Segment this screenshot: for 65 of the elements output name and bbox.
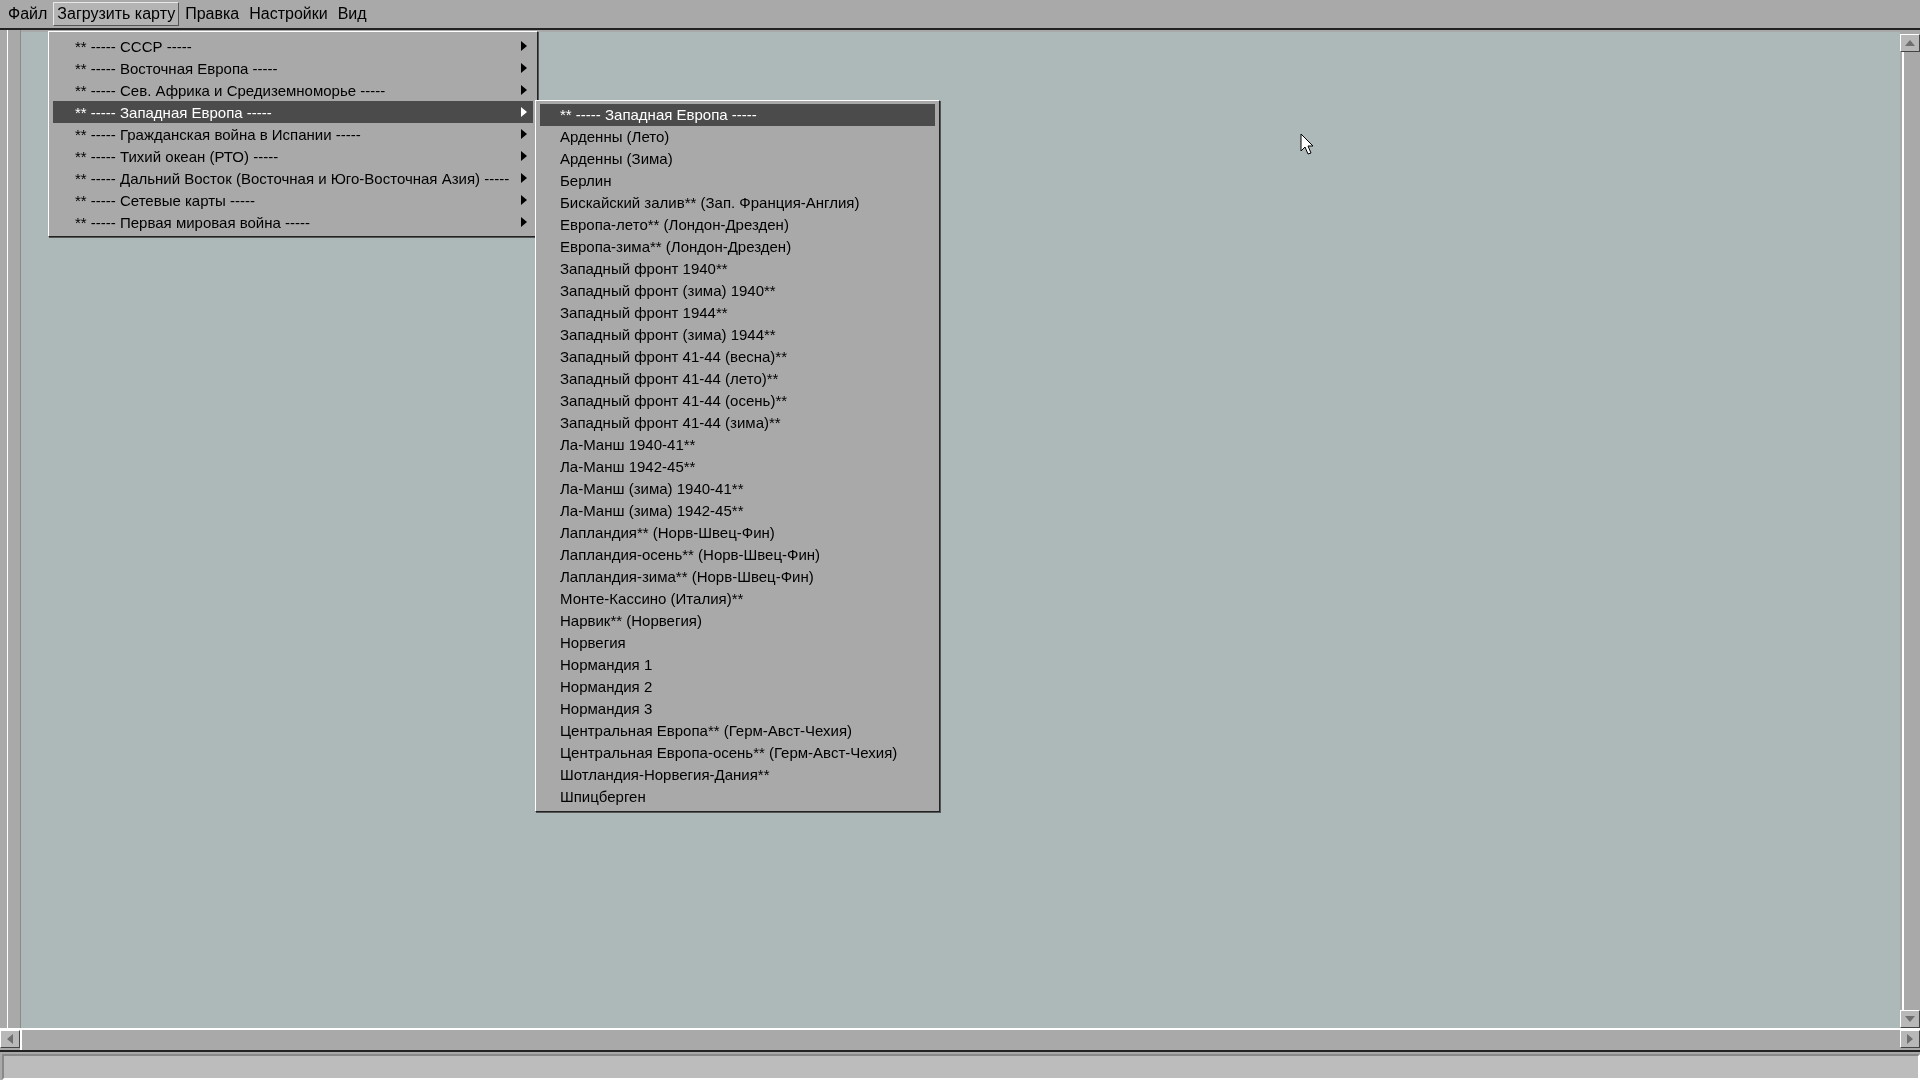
menu-item[interactable]: Берлин (540, 170, 935, 192)
menu-item[interactable]: Бискайский залив** (Зап. Франция-Англия) (540, 192, 935, 214)
menu-item[interactable]: Арденны (Зима) (540, 148, 935, 170)
scroll-up-button[interactable] (1900, 34, 1920, 52)
scroll-left-button[interactable] (0, 1030, 20, 1048)
menu-item[interactable]: Лапландия-осень** (Норв-Швец-Фин) (540, 544, 935, 566)
menu-item[interactable]: Центральная Европа-осень** (Герм-Авст-Чехия) (540, 742, 935, 764)
menu-item[interactable]: ** ----- Восточная Европа ----- (53, 57, 533, 79)
submenu-arrow-icon (521, 217, 527, 227)
menu-item[interactable]: ** ----- Тихий океан (РТО) ----- (53, 145, 533, 167)
left-arrow-icon (6, 1033, 14, 1045)
submenu-arrow-icon (521, 129, 527, 139)
menu-item[interactable]: Лапландия** (Норв-Швец-Фин) (540, 522, 935, 544)
menu-item[interactable]: Западный фронт (зима) 1944** (540, 324, 935, 346)
menu-bar-item[interactable]: Правка (181, 2, 244, 26)
menu-item[interactable]: Западный фронт 41-44 (осень)** (540, 390, 935, 412)
submenu-arrow-icon (521, 173, 527, 183)
menu-item[interactable]: Нормандия 3 (540, 698, 935, 720)
menu-item[interactable]: Центральная Европа** (Герм-Авст-Чехия) (540, 720, 935, 742)
submenu-arrow-icon (521, 85, 527, 95)
down-arrow-icon (1904, 1015, 1916, 1023)
submenu-arrow-icon (521, 195, 527, 205)
menu-item[interactable]: ** ----- СССР ----- (53, 35, 533, 57)
menu-item[interactable]: Норвегия (540, 632, 935, 654)
submenu-arrow-icon (521, 63, 527, 73)
menu-item[interactable]: Ла-Манш (зима) 1942-45** (540, 500, 935, 522)
scroll-down-button[interactable] (1900, 1010, 1920, 1028)
menu-item[interactable]: ** ----- Западная Европа ----- (540, 104, 935, 126)
menu-item[interactable]: Европа-зима** (Лондон-Дрезден) (540, 236, 935, 258)
mouse-cursor-icon (1300, 133, 1316, 157)
menu-item[interactable]: Монте-Кассино (Италия)** (540, 588, 935, 610)
menu-item[interactable]: Европа-лето** (Лондон-Дрезден) (540, 214, 935, 236)
submenu-arrow-icon (521, 41, 527, 51)
menu-item[interactable]: Нормандия 1 (540, 654, 935, 676)
menu-item[interactable]: ** ----- Западная Европа ----- (53, 101, 533, 123)
menu-item[interactable]: Лапландия-зима** (Норв-Швец-Фин) (540, 566, 935, 588)
menu-item[interactable]: ** ----- Сев. Африка и Средиземноморье ----- (53, 79, 533, 101)
menu-item[interactable]: Арденны (Лето) (540, 126, 935, 148)
menu-item[interactable]: Шотландия-Норвегия-Дания** (540, 764, 935, 786)
menu-item[interactable]: Нарвик** (Норвегия) (540, 610, 935, 632)
submenu-arrow-icon (521, 151, 527, 161)
menu-bar-item[interactable]: Загрузить карту (53, 2, 180, 26)
menu-item[interactable]: ** ----- Сетевые карты ----- (53, 189, 533, 211)
menu-bar-item[interactable]: Файл (4, 2, 52, 26)
menu-item[interactable]: ** ----- Гражданская война в Испании ----- (53, 123, 533, 145)
menu-item[interactable]: Западный фронт 41-44 (весна)** (540, 346, 935, 368)
menu-item[interactable]: Ла-Манш 1942-45** (540, 456, 935, 478)
up-arrow-icon (1904, 39, 1916, 47)
horizontal-scrollbar[interactable] (0, 1028, 1920, 1052)
menu-bar-item[interactable]: Настройки (245, 2, 332, 26)
menu-item[interactable]: Ла-Манш (зима) 1940-41** (540, 478, 935, 500)
menu-bar-item[interactable]: Вид (333, 2, 371, 26)
menu-item[interactable]: ** ----- Дальний Восток (Восточная и Юго-Восточная Азия) ----- (53, 167, 533, 189)
menu-item[interactable]: Западный фронт 41-44 (лето)** (540, 368, 935, 390)
menu-item[interactable]: ** ----- Первая мировая война ----- (53, 211, 533, 233)
scroll-right-button[interactable] (1900, 1030, 1920, 1048)
menu-item[interactable]: Нормандия 2 (540, 676, 935, 698)
menu-item[interactable]: Западный фронт 41-44 (зима)** (540, 412, 935, 434)
menu-item[interactable]: Западный фронт 1944** (540, 302, 935, 324)
menu-item[interactable]: Ла-Манш 1940-41** (540, 434, 935, 456)
submenu-arrow-icon (521, 107, 527, 117)
menu-item[interactable]: Западный фронт 1940** (540, 258, 935, 280)
menu-item[interactable]: Западный фронт (зима) 1940** (540, 280, 935, 302)
right-arrow-icon (1906, 1033, 1914, 1045)
menu-item[interactable]: Шпицберген (540, 786, 935, 808)
